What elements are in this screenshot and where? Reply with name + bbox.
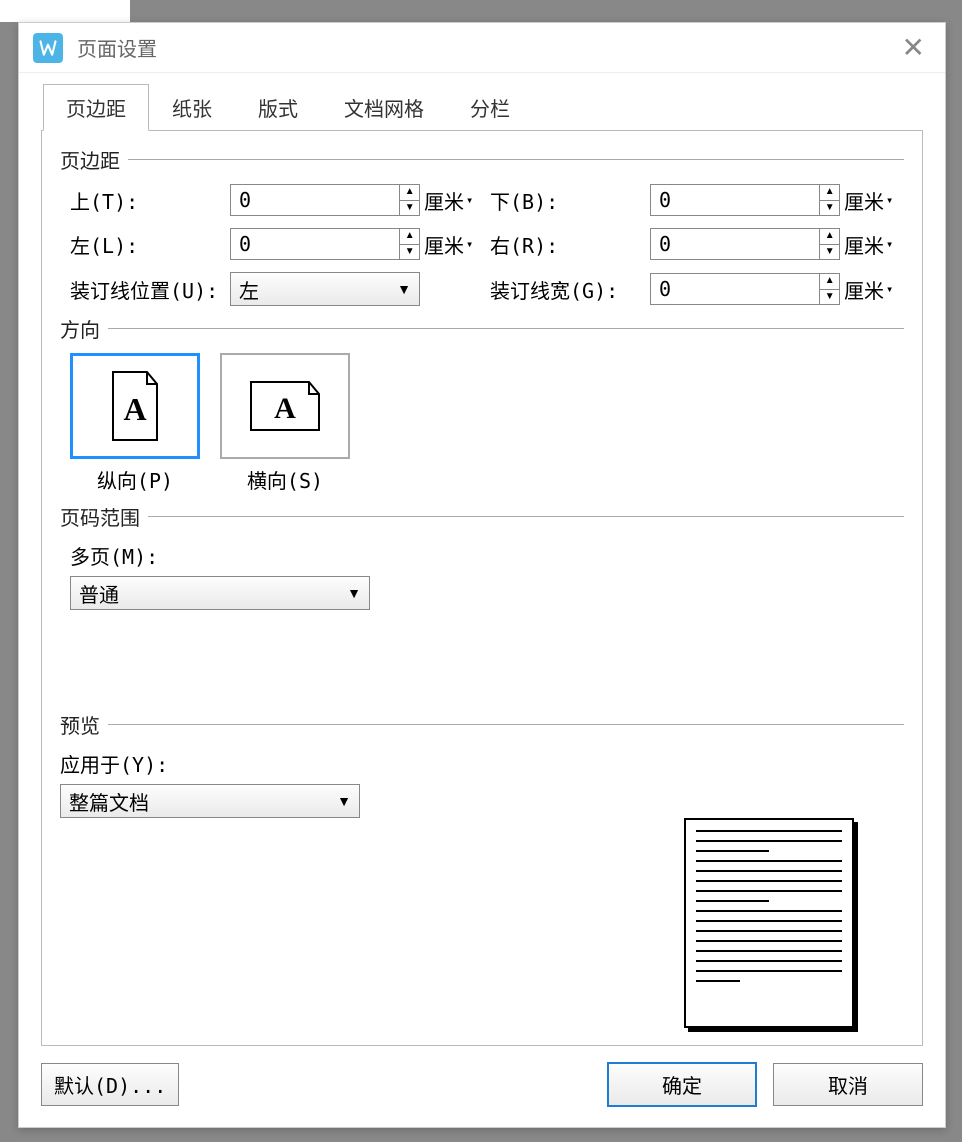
margin-top-label: 上(T): xyxy=(70,186,230,215)
margin-bottom-input[interactable]: ▲▼ xyxy=(650,184,840,216)
tab-grid[interactable]: 文档网格 xyxy=(321,84,447,131)
apply-to-combo[interactable]: 整篇文档▼ xyxy=(60,784,360,818)
margin-top-unit[interactable]: 厘米▾ xyxy=(420,186,490,215)
page-preview-icon xyxy=(684,818,854,1028)
multi-page-label: 多页(M): xyxy=(70,541,904,570)
cancel-button[interactable]: 取消 xyxy=(773,1063,923,1106)
tab-strip: 页边距 纸张 版式 文档网格 分栏 xyxy=(43,83,923,130)
apply-to-label: 应用于(Y): xyxy=(60,749,904,778)
margin-bottom-unit[interactable]: 厘米▾ xyxy=(840,186,910,215)
orientation-portrait[interactable]: A xyxy=(70,353,200,459)
orientation-landscape-label: 横向(S) xyxy=(220,465,350,494)
margin-left-input[interactable]: ▲▼ xyxy=(230,228,420,260)
app-icon xyxy=(33,33,63,63)
spin-down-icon[interactable]: ▼ xyxy=(820,245,839,260)
margin-right-unit[interactable]: 厘米▾ xyxy=(840,230,910,259)
dialog-title: 页面设置 xyxy=(77,33,896,62)
spin-down-icon[interactable]: ▼ xyxy=(820,290,839,305)
margin-left-label: 左(L): xyxy=(70,230,230,259)
svg-text:A: A xyxy=(274,392,296,425)
tab-columns[interactable]: 分栏 xyxy=(447,84,533,131)
page-setup-dialog: 页面设置 ✕ 页边距 纸张 版式 文档网格 分栏 页边距 上(T): xyxy=(18,22,946,1128)
margin-right-label: 右(R): xyxy=(490,230,650,259)
gutter-pos-combo[interactable]: 左▼ xyxy=(230,272,420,306)
spin-down-icon[interactable]: ▼ xyxy=(400,245,419,260)
ok-button[interactable]: 确定 xyxy=(607,1062,757,1107)
spin-up-icon[interactable]: ▲ xyxy=(820,274,839,290)
default-button[interactable]: 默认(D)... xyxy=(41,1063,179,1106)
gutter-pos-label: 装订线位置(U): xyxy=(70,275,230,304)
margin-right-input[interactable]: ▲▼ xyxy=(650,228,840,260)
orientation-landscape[interactable]: A xyxy=(220,353,350,459)
group-preview-label: 预览 xyxy=(60,710,100,739)
spin-up-icon[interactable]: ▲ xyxy=(820,185,839,201)
tab-margins[interactable]: 页边距 xyxy=(43,84,149,131)
page-portrait-icon: A xyxy=(107,370,163,442)
close-icon[interactable]: ✕ xyxy=(896,31,931,64)
spin-up-icon[interactable]: ▲ xyxy=(400,229,419,245)
spin-up-icon[interactable]: ▲ xyxy=(820,229,839,245)
group-margins-label: 页边距 xyxy=(60,145,120,174)
margin-left-unit[interactable]: 厘米▾ xyxy=(420,230,490,259)
group-page-range-label: 页码范围 xyxy=(60,502,140,531)
gutter-width-input[interactable]: ▲▼ xyxy=(650,273,840,305)
spin-up-icon[interactable]: ▲ xyxy=(400,185,419,201)
margin-bottom-label: 下(B): xyxy=(490,186,650,215)
page-landscape-icon: A xyxy=(247,378,323,434)
spin-down-icon[interactable]: ▼ xyxy=(400,201,419,216)
gutter-width-label: 装订线宽(G): xyxy=(490,275,650,304)
margin-top-input[interactable]: ▲▼ xyxy=(230,184,420,216)
tab-layout[interactable]: 版式 xyxy=(235,84,321,131)
tab-paper[interactable]: 纸张 xyxy=(149,84,235,131)
titlebar: 页面设置 ✕ xyxy=(19,23,945,73)
orientation-portrait-label: 纵向(P) xyxy=(70,465,200,494)
svg-text:A: A xyxy=(123,391,146,427)
gutter-width-unit[interactable]: 厘米▾ xyxy=(840,275,910,304)
multi-page-combo[interactable]: 普通▼ xyxy=(70,576,370,610)
spin-down-icon[interactable]: ▼ xyxy=(820,201,839,216)
group-orientation-label: 方向 xyxy=(60,314,100,343)
